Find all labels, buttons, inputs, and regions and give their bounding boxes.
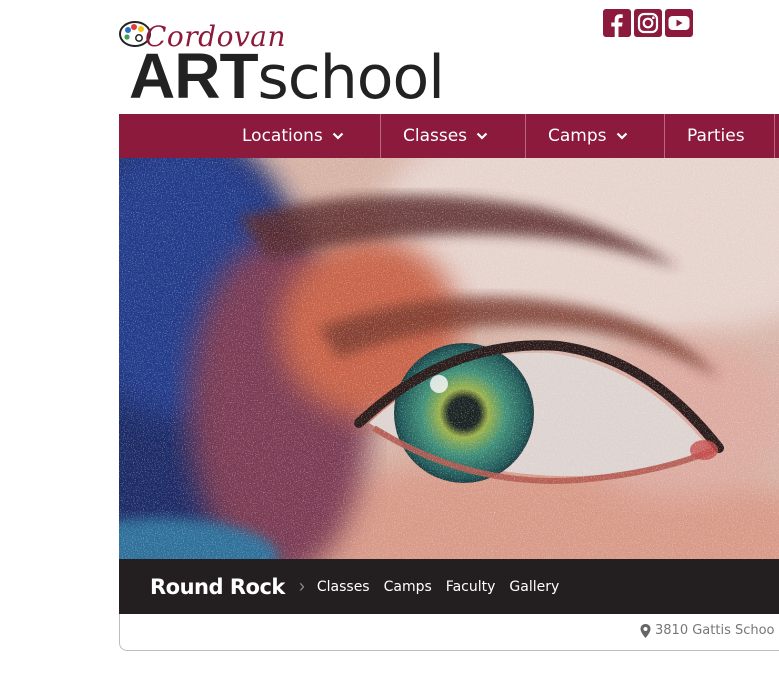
- nav-item-locations[interactable]: Locations: [242, 114, 344, 158]
- address-line[interactable]: 3810 Gattis Schoo: [640, 623, 775, 638]
- location-title[interactable]: Round Rock: [150, 575, 285, 599]
- address-bar: 3810 Gattis Schoo: [119, 614, 779, 651]
- hero-image: [119, 158, 779, 559]
- nav-item-classes[interactable]: Classes: [403, 114, 488, 158]
- nav-label: Locations: [242, 126, 323, 146]
- nav-divider: [664, 114, 665, 158]
- nav-divider: [774, 114, 775, 158]
- facebook-icon[interactable]: [603, 9, 631, 37]
- subnav-link-faculty[interactable]: Faculty: [446, 579, 496, 595]
- main-nav: Locations Classes Camps Parties: [119, 114, 779, 158]
- chevron-down-icon: [332, 132, 344, 140]
- subnav-link-classes[interactable]: Classes: [317, 579, 370, 595]
- location-subnav: Round Rock › Classes Camps Faculty Galle…: [119, 559, 779, 614]
- instagram-icon[interactable]: [634, 9, 662, 37]
- address-text: 3810 Gattis Schoo: [655, 623, 775, 638]
- nav-divider: [525, 114, 526, 158]
- nav-item-parties[interactable]: Parties: [687, 114, 745, 158]
- logo-art-text: ART: [129, 40, 259, 112]
- nav-label: Parties: [687, 126, 745, 146]
- logo-school-text: school: [257, 43, 445, 113]
- site-logo[interactable]: Cordovan ARTschool: [119, 14, 479, 108]
- nav-label: Classes: [403, 126, 468, 146]
- social-links: [603, 9, 693, 37]
- nav-divider: [380, 114, 381, 158]
- hero-artwork: [119, 158, 779, 559]
- chevron-down-icon: [616, 132, 627, 140]
- nav-label: Camps: [548, 126, 607, 146]
- subnav-link-gallery[interactable]: Gallery: [509, 579, 559, 595]
- chevron-right-icon: ›: [298, 576, 305, 596]
- chevron-down-icon: [476, 132, 488, 140]
- logo-wordmark: ARTschool: [129, 44, 445, 108]
- youtube-icon[interactable]: [665, 9, 693, 37]
- subnav-link-camps[interactable]: Camps: [384, 579, 432, 595]
- map-marker-icon: [640, 623, 651, 638]
- nav-item-camps[interactable]: Camps: [548, 114, 628, 158]
